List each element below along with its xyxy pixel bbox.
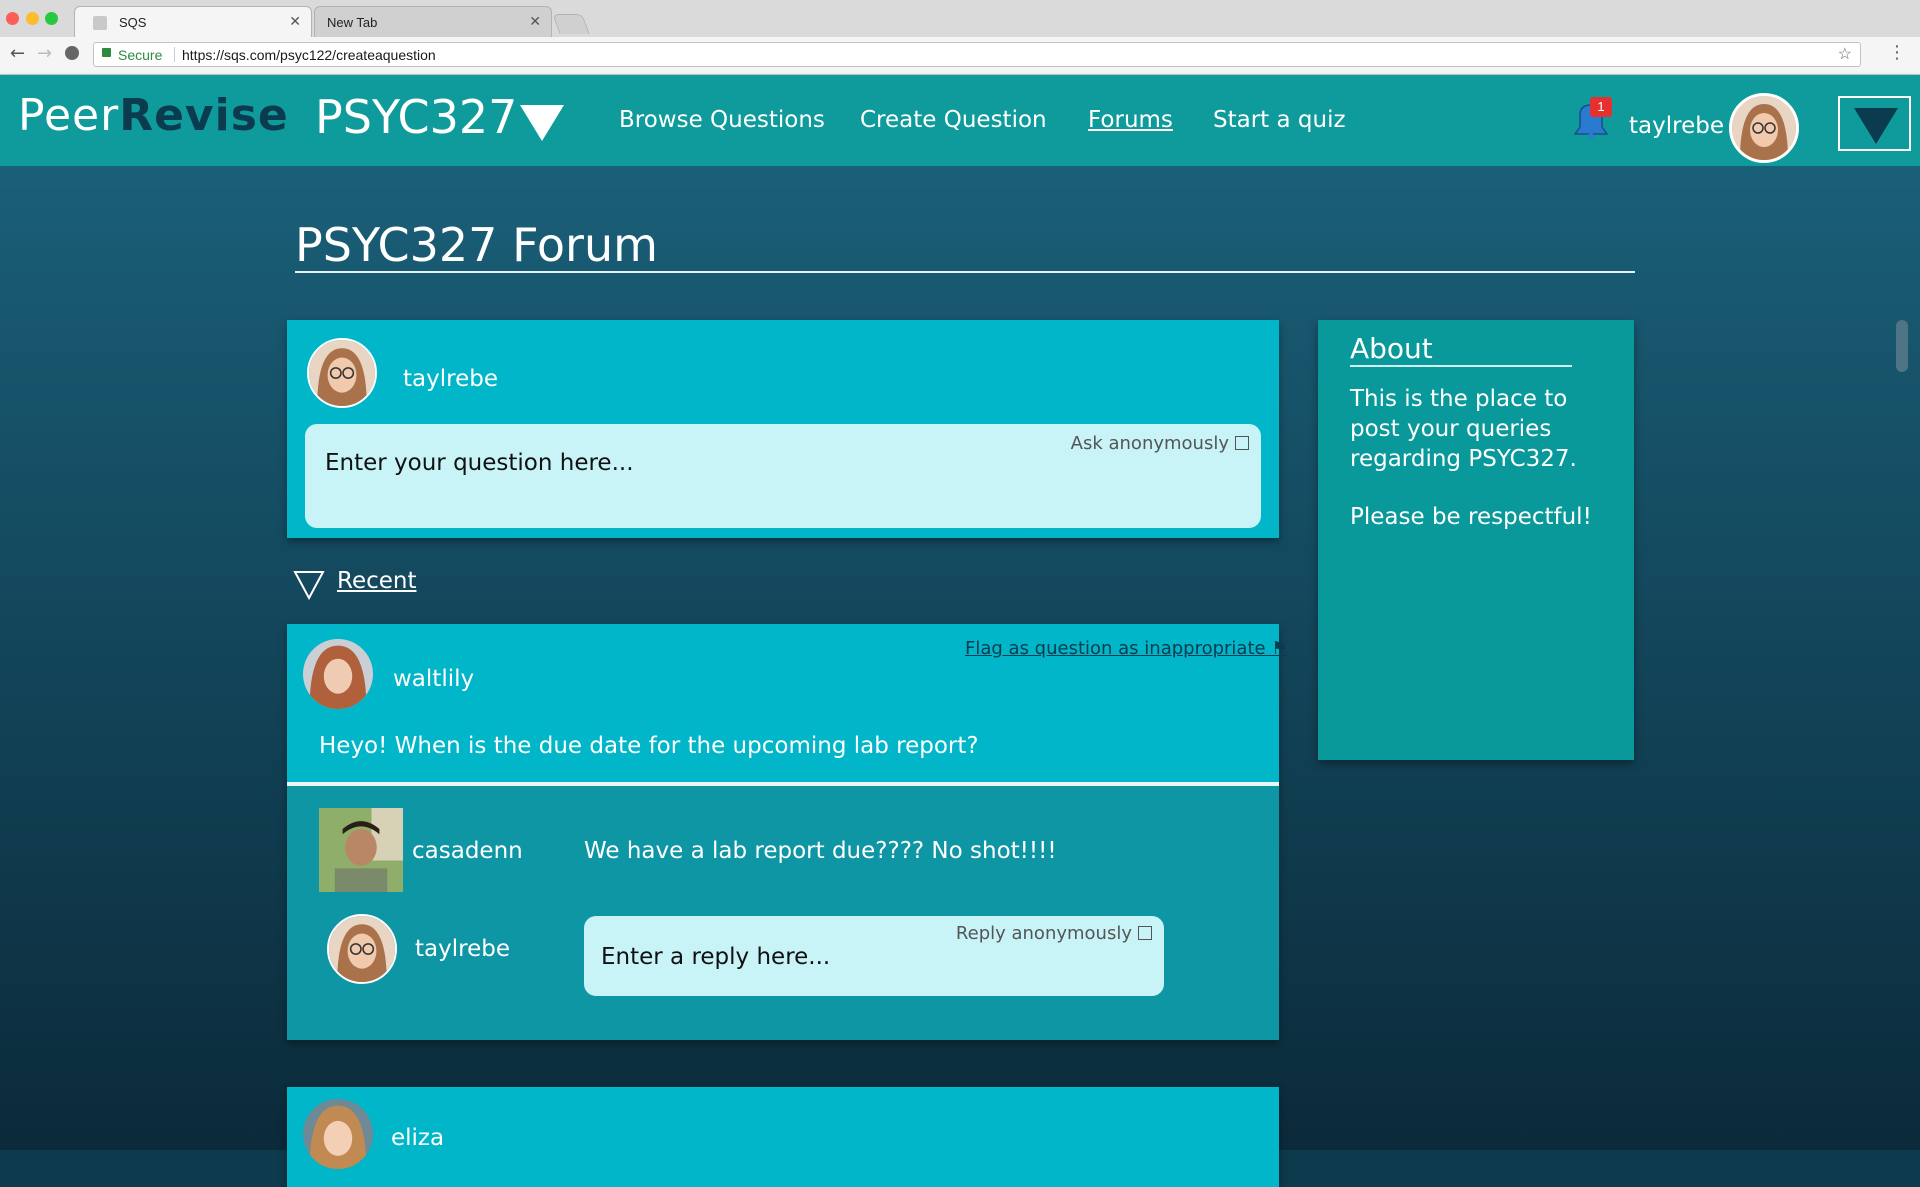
logo-part1: Peer [18,90,120,141]
header-username[interactable]: taylrebe [1629,113,1724,139]
bookmark-star-icon[interactable]: ☆ [1838,44,1852,64]
page-scrollbar[interactable] [1896,320,1908,372]
reload-icon[interactable] [65,46,79,60]
reply-anonymously-toggle[interactable]: Reply anonymously [956,923,1152,944]
user-portrait-icon [303,1099,373,1169]
composer-avatar [307,338,377,408]
ask-anonymously-toggle[interactable]: Ask anonymously [1071,433,1249,454]
divider [174,47,175,62]
question-placeholder: Enter your question here... [325,450,634,476]
page-favicon-icon [93,16,107,30]
browser-toolbar: ← → Secure https://sqs.com/psyc122/creat… [0,37,1920,75]
browser-tab-new[interactable]: New Tab ✕ [314,6,552,37]
close-window-button[interactable] [6,12,19,25]
about-divider [1350,365,1572,367]
forward-arrow-icon[interactable]: → [37,43,52,64]
user-portrait-icon [309,340,375,406]
new-tab-button[interactable] [552,14,590,34]
user-portrait-icon [303,639,373,709]
flag-icon: ⚑ [1271,638,1288,659]
peerrevise-logo[interactable]: PeerRevise [18,90,289,141]
nav-browse-questions[interactable]: Browse Questions [619,107,825,133]
user-portrait-icon [1732,96,1796,160]
post-author-avatar[interactable] [303,639,373,709]
sort-triangle-icon[interactable] [293,570,325,600]
menu-triangle-icon [1854,108,1898,144]
flag-label: Flag as question as inappropriate [965,638,1266,659]
browser-tabstrip: SQS ✕ New Tab ✕ [0,0,1920,38]
nav-forums[interactable]: Forums [1088,107,1173,133]
reply-text: We have a lab report due???? No shot!!!! [584,838,1057,864]
address-bar[interactable]: Secure https://sqs.com/psyc122/createaqu… [93,42,1861,67]
secure-label: Secure [118,47,163,63]
tab-title: SQS [119,15,147,30]
reply-composer-username: taylrebe [415,936,510,962]
reply-input[interactable]: Enter a reply here... Reply anonymously [584,916,1164,996]
flag-inappropriate-link[interactable]: Flag as question as inappropriate ⚑ [965,638,1287,659]
question-input[interactable]: Enter your question here... Ask anonymou… [305,424,1261,528]
page-title: PSYC327 Forum [295,218,658,272]
post-author-username[interactable]: waltlily [393,666,474,692]
ask-anonymously-checkbox[interactable] [1235,436,1249,450]
reply-anonymously-checkbox[interactable] [1138,926,1152,940]
post-question-text: Heyo! When is the due date for the upcom… [319,733,979,759]
nav-create-question[interactable]: Create Question [860,107,1047,133]
reply-anonymously-label: Reply anonymously [955,923,1132,944]
minimize-window-button[interactable] [26,12,39,25]
replies-section: casadenn We have a lab report due???? No… [287,786,1279,1040]
question-composer-card: taylrebe Enter your question here... Ask… [287,320,1279,538]
course-dropdown-triangle-icon[interactable] [520,105,564,141]
reply-placeholder: Enter a reply here... [601,944,831,970]
header-menu-button[interactable] [1838,96,1911,151]
tab-close-icon[interactable]: ✕ [529,13,541,30]
course-selector-label[interactable]: PSYC327 [315,90,517,144]
lock-icon [102,48,111,57]
logo-part2: Revise [119,90,289,141]
notification-badge: 1 [1590,97,1612,117]
user-portrait-icon [319,808,403,892]
user-portrait-icon [329,916,395,982]
tab-close-icon[interactable]: ✕ [289,13,301,30]
forum-post-card: eliza [287,1087,1279,1187]
about-text: This is the place to post your queries r… [1350,386,1577,472]
about-title: About [1350,332,1433,365]
composer-username: taylrebe [403,366,498,392]
url-text[interactable]: https://sqs.com/psyc122/createaquestion [182,47,436,63]
app-header: PeerRevise PSYC327 Browse Questions Crea… [0,75,1920,166]
about-panel: About This is the place to post your que… [1318,320,1634,760]
about-note: Please be respectful! [1350,504,1592,530]
sort-recent-link[interactable]: Recent [337,568,417,594]
browser-menu-icon[interactable]: ⋮ [1888,42,1906,63]
tab-title: New Tab [327,15,378,30]
browser-tab-sqs[interactable]: SQS ✕ [74,6,312,37]
zoom-window-button[interactable] [45,12,58,25]
back-arrow-icon[interactable]: ← [10,43,25,64]
header-avatar[interactable] [1729,93,1799,163]
reply-author-avatar[interactable] [319,808,403,892]
ask-anonymously-label: Ask anonymously [1070,433,1229,454]
post-author-username[interactable]: eliza [391,1125,444,1151]
reply-author-username[interactable]: casadenn [412,838,523,864]
post-author-avatar[interactable] [303,1099,373,1169]
title-divider [295,271,1635,273]
reply-composer-avatar [327,914,397,984]
nav-start-quiz[interactable]: Start a quiz [1213,107,1346,133]
